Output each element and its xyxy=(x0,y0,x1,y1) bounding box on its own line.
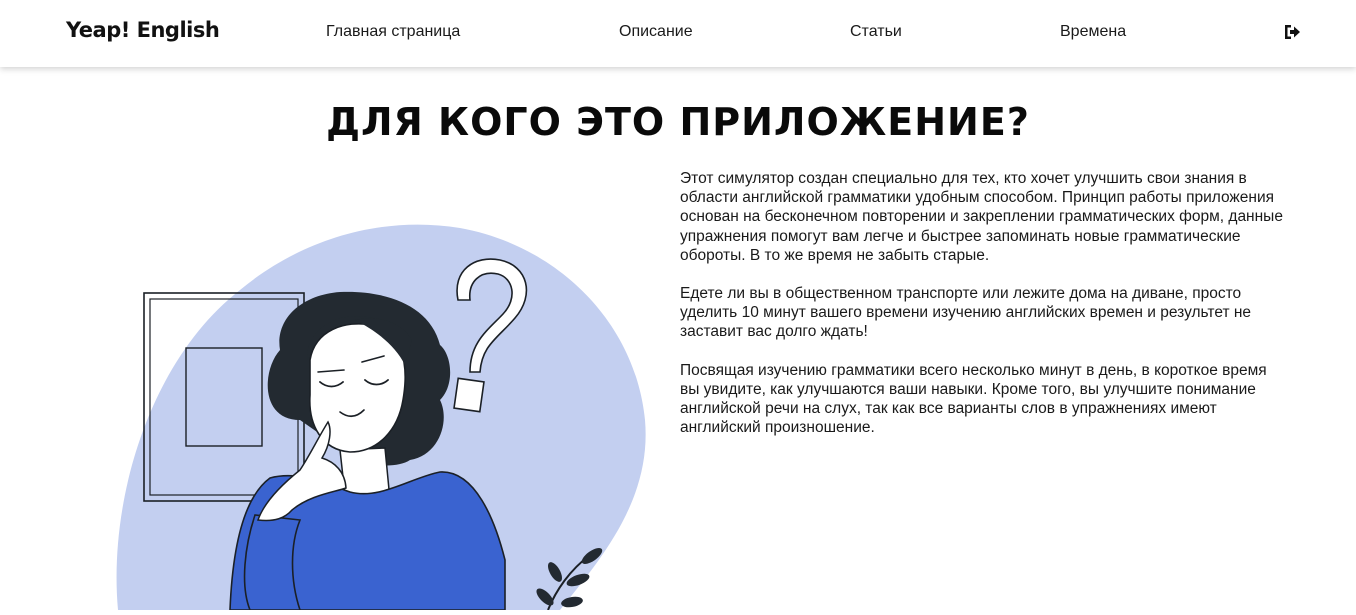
description-text: Этот симулятор создан специально для тех… xyxy=(680,169,1290,456)
nav-articles[interactable]: Статьи xyxy=(850,23,902,41)
logo[interactable]: Yeap! English xyxy=(66,18,220,42)
paragraph-1: Этот симулятор создан специально для тех… xyxy=(680,170,1283,264)
thinking-woman-illustration xyxy=(100,215,660,611)
nav-home[interactable]: Главная страница xyxy=(326,23,460,41)
paragraph-2: Едете ли вы в общественном транспорте ил… xyxy=(680,285,1252,341)
top-navbar: Yeap! English Главная страница Описание … xyxy=(0,0,1356,67)
paragraph-3: Посвящая изучению грамматики всего неско… xyxy=(680,361,1267,437)
nav-description[interactable]: Описание xyxy=(619,23,693,41)
nav-tenses[interactable]: Времена xyxy=(1060,23,1126,41)
sign-out-icon[interactable] xyxy=(1283,22,1301,42)
page-title: ДЛЯ КОГО ЭТО ПРИЛОЖЕНИЕ? xyxy=(326,100,1030,144)
